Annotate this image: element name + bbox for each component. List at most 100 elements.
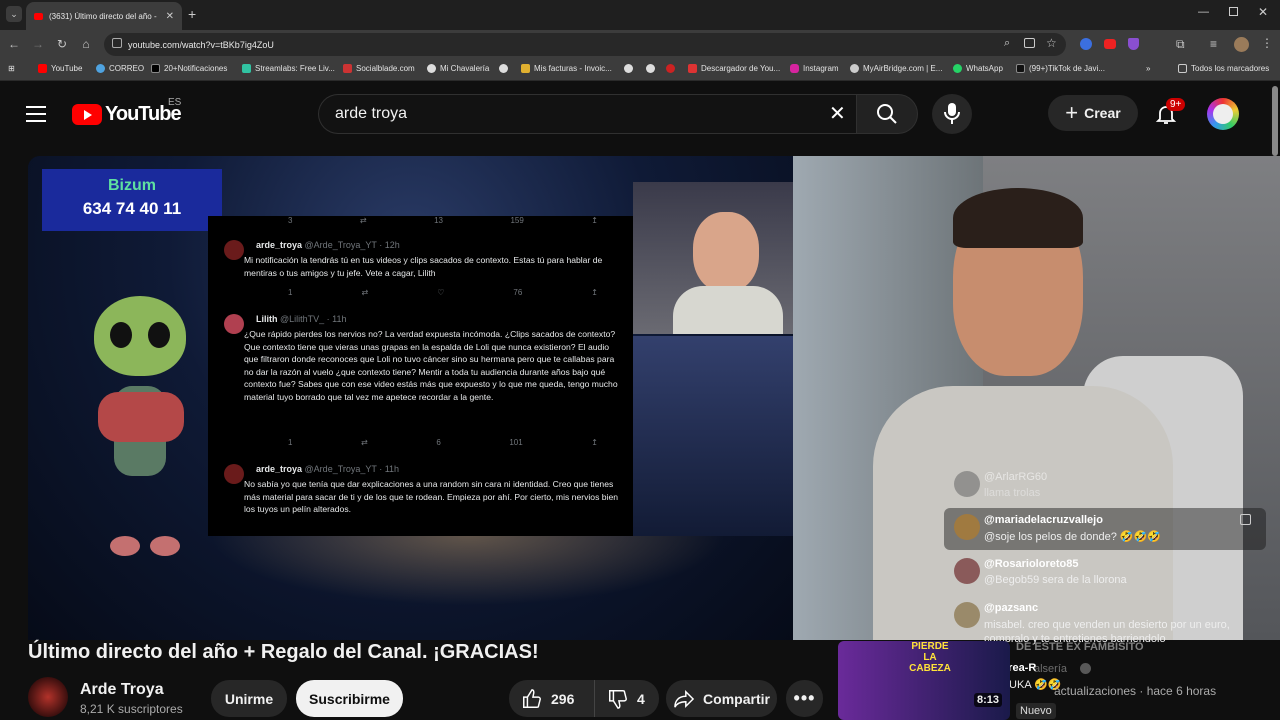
bookmark-star-icon[interactable]: ☆ (1046, 36, 1057, 50)
join-button[interactable]: Unirme (211, 680, 287, 717)
bookmark-facturas[interactable]: Mis facturas - Invoic... (521, 64, 612, 73)
bookmark-unnamed-3[interactable] (646, 64, 659, 73)
extensions-puzzle-icon[interactable]: ⧉ (1176, 37, 1185, 52)
bookmark-descargador[interactable]: Descargador de You... (688, 64, 780, 73)
related-thumbnail[interactable]: PIERDE LA CABEZA 8:13 (838, 641, 1010, 720)
browser-menu-icon[interactable]: ⋮ (1261, 36, 1273, 50)
retweet-icon: ⇄ (359, 216, 367, 225)
tweet-2-actions: 1 ⇄ 6 101 ↥ (288, 438, 598, 447)
bookmark-unnamed-4[interactable] (666, 64, 679, 73)
tab-title: (3631) Último directo del año - (49, 11, 157, 21)
youtube-header: YouTube ES arde troya ✕ + Crear 9+ (0, 81, 1280, 156)
tweet-1: arde_troya @Arde_Troya_YT · 12h Mi notif… (224, 240, 621, 279)
thumbs-down-icon (609, 689, 627, 709)
chat-user: @pazsanc (984, 602, 1039, 614)
verified-icon (1080, 663, 1091, 674)
extension-youtube-icon[interactable] (1104, 39, 1116, 49)
more-actions-button[interactable]: ••• (786, 680, 823, 717)
more-bookmarks-icon[interactable]: » (1146, 64, 1150, 73)
reading-list-icon[interactable]: ≡ (1210, 37, 1217, 51)
chat-text: @Begob59 sera de la llorona (984, 574, 1127, 586)
related-video[interactable]: PIERDE LA CABEZA 8:13 DE ESTE EX FAMBISI… (838, 641, 1280, 720)
related-channel: alsería (1034, 663, 1068, 675)
bookmark-x[interactable]: 20+Notificaciones (151, 64, 227, 73)
minimize-window-icon[interactable]: — (1198, 6, 1209, 18)
bookmark-unnamed-1[interactable] (499, 64, 512, 73)
close-window-icon[interactable]: ✕ (1258, 5, 1268, 19)
bookmark-myairbridge[interactable]: MyAirBridge.com | E... (850, 64, 942, 73)
extension-icon[interactable] (1080, 38, 1092, 50)
account-avatar[interactable] (1207, 98, 1239, 130)
tweet-user: arde_troya (256, 464, 303, 474)
webcam-inset (633, 182, 793, 334)
subscribe-button[interactable]: Suscribirme (296, 680, 403, 717)
install-app-icon[interactable] (1024, 38, 1035, 48)
bookmark-chavaleria[interactable]: Mi Chavalería (427, 64, 489, 73)
youtube-logo[interactable]: YouTube (72, 103, 182, 125)
bookmark-tiktok[interactable]: (99+)TikTok de Javi... (1016, 64, 1105, 73)
share-icon: ↥ (591, 438, 598, 447)
page-scrollbar[interactable] (1272, 86, 1278, 156)
bookmark-socialblade[interactable]: Socialblade.com (343, 64, 415, 73)
tweet-2: Lilith @LilithTV_ · 11h ¿Que rápido pier… (224, 314, 621, 403)
create-button[interactable]: + Crear (1048, 95, 1138, 131)
clear-search-icon[interactable]: ✕ (829, 95, 846, 133)
chat-report-icon[interactable] (1240, 514, 1251, 525)
forward-icon[interactable]: → (30, 37, 46, 51)
bookmark-youtube[interactable]: YouTube (38, 64, 82, 73)
profile-avatar-icon[interactable] (1234, 37, 1249, 52)
search-icon (877, 104, 897, 124)
channel-name[interactable]: Arde Troya (80, 681, 164, 699)
streamlabs-icon (242, 64, 251, 73)
bookmark-whatsapp[interactable]: WhatsApp (953, 64, 1003, 73)
back-icon[interactable]: ← (6, 37, 22, 51)
like-button[interactable]: 296 (509, 680, 595, 717)
bookmark-unnamed-2[interactable] (624, 64, 637, 73)
more-dots-icon: ••• (793, 688, 816, 708)
search-button[interactable] (856, 94, 918, 134)
apple-icon (666, 64, 675, 73)
view-count: 76 (513, 288, 523, 297)
x-logo-icon (151, 64, 160, 73)
hamburger-menu-icon[interactable] (26, 106, 46, 122)
new-tab-icon[interactable]: + (188, 6, 196, 22)
zoom-icon[interactable]: ⌕ (1004, 37, 1010, 50)
notifications-button[interactable]: 9+ (1154, 98, 1186, 128)
socialblade-icon (343, 64, 352, 73)
tweet-1-actions: 1 ⇄ ♡ 76 ↥ (288, 288, 598, 297)
apps-grid-icon[interactable]: ⊞ (8, 64, 15, 73)
bizum-number: 634 74 40 11 (82, 199, 182, 218)
reload-icon[interactable]: ↻ (54, 37, 70, 51)
channel-avatar[interactable] (28, 677, 68, 717)
tweet-avatar (224, 464, 244, 484)
view-count: 101 (509, 438, 523, 447)
chat-text: llama trolas (984, 487, 1041, 499)
url-field[interactable]: youtube.com/watch?v=tBKb7ig4ZoU ⌕ ☆ (104, 33, 1066, 56)
chat-user: @mariadelacruzvallejo (984, 514, 1103, 526)
tweet-actions-top: 3 ⇄ 13 159 ↥ (288, 216, 598, 225)
site-info-icon[interactable] (112, 38, 122, 48)
all-bookmarks-folder[interactable]: Todos los marcadores (1178, 64, 1269, 73)
browser-toolbar: ← → ↻ ⌂ youtube.com/watch?v=tBKb7ig4ZoU … (0, 30, 1280, 59)
bookmark-streamlabs[interactable]: Streamlabs: Free Liv... (242, 64, 335, 73)
bookmark-instagram[interactable]: Instagram (790, 64, 839, 73)
extension-shield-icon[interactable] (1128, 38, 1139, 50)
restore-window-icon[interactable] (1229, 7, 1238, 16)
voice-search-button[interactable] (932, 94, 972, 134)
browser-tab-active[interactable]: (3631) Último directo del año - ✕ (26, 2, 182, 30)
bizum-label: Bizum (108, 177, 156, 194)
new-badge: Nuevo (1016, 703, 1056, 719)
close-tab-icon[interactable]: ✕ (166, 11, 174, 22)
share-button[interactable]: Compartir (666, 680, 777, 717)
globe-icon (646, 64, 655, 73)
search-input[interactable]: arde troya ✕ (318, 94, 866, 134)
bookmark-correo[interactable]: CORREO (96, 64, 144, 73)
tweet-handle: @Arde_Troya_YT · 11h (304, 464, 400, 474)
reply-count: 1 (288, 438, 293, 447)
tab-list-chevron-icon[interactable]: ⌄ (6, 6, 22, 22)
dislike-button[interactable]: 4 (595, 688, 645, 710)
dislike-count: 4 (637, 690, 645, 707)
tweet-3: arde_troya @Arde_Troya_YT · 11h No sabía… (224, 464, 621, 516)
home-icon[interactable]: ⌂ (78, 37, 94, 51)
download-icon (688, 64, 697, 73)
